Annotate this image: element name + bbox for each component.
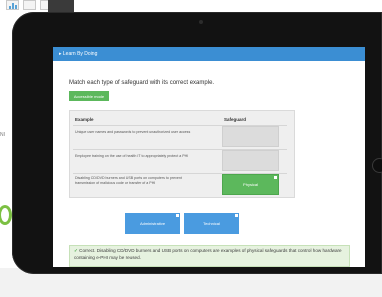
choice-label: Technical (203, 221, 220, 226)
checkmark-icon: ✓ (74, 248, 78, 253)
tablet-device: ▸ Learn By Doing Match each type of safe… (12, 12, 382, 274)
instruction-text: Match each type of safeguard with its co… (69, 80, 215, 86)
drag-corner-icon (274, 176, 277, 179)
safeguard-drop-slot[interactable] (222, 126, 279, 147)
bar-chart-icon (6, 0, 19, 10)
example-text: Disabling CD/DVD burners and USB ports o… (75, 176, 182, 185)
leaf-logo-icon (0, 205, 12, 225)
home-button[interactable] (372, 158, 382, 173)
learn-by-doing-header: ▸ Learn By Doing (53, 47, 365, 61)
tablet-screen: ▸ Learn By Doing Match each type of safe… (53, 47, 365, 267)
choice-label: Administrative (139, 221, 166, 226)
column-header-safeguard: Safeguard (224, 117, 247, 122)
feedback-text: Correct. Disabling CD/DVD burners and US… (74, 248, 342, 260)
camera-icon (199, 20, 203, 24)
background-dark-block (48, 0, 74, 12)
example-text: Unique user names and passwords to preve… (75, 130, 191, 134)
drag-corner-icon (235, 214, 238, 217)
example-text: Employee training on the use of health I… (75, 154, 189, 158)
choice-administrative[interactable]: Administrative (125, 213, 180, 234)
safeguard-slot-physical[interactable]: Physical (222, 174, 279, 195)
background-toolbar-icons (6, 0, 53, 10)
slot-label: Physical (243, 182, 258, 187)
background-side-mark: NI (0, 132, 5, 138)
column-header-example: Example (75, 117, 94, 122)
safeguard-drop-slot[interactable] (222, 150, 279, 171)
choice-technical[interactable]: Technical (184, 213, 239, 234)
feedback-message: ✓ Correct. Disabling CD/DVD burners and … (69, 245, 350, 267)
drag-corner-icon (176, 214, 179, 217)
grid-icon (23, 0, 36, 10)
header-title: ▸ Learn By Doing (59, 51, 98, 57)
matching-table: Example Safeguard Unique user names and … (69, 110, 295, 198)
accessible-mode-button[interactable]: Accessible mode (69, 91, 109, 101)
